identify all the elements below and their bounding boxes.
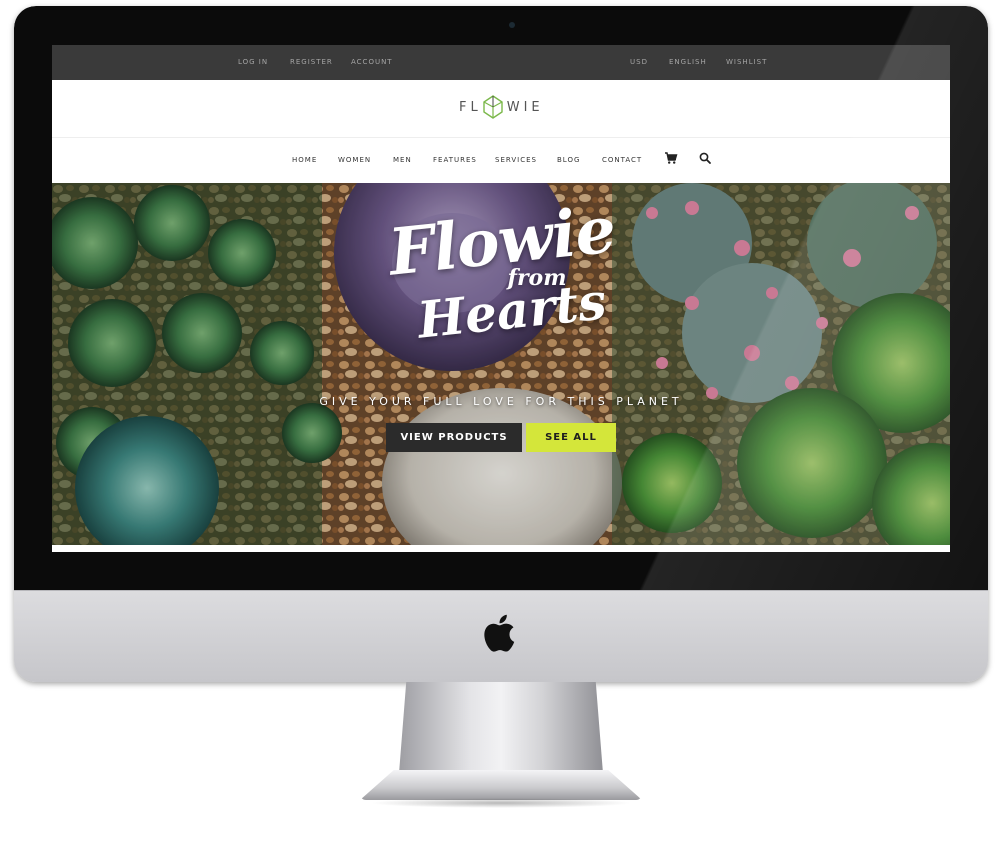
nav-features[interactable]: FEATURES: [433, 156, 477, 164]
website-screen: LOG IN REGISTER ACCOUNT USD ENGLISH WISH…: [52, 45, 950, 552]
language-selector[interactable]: ENGLISH: [669, 58, 707, 66]
flower-logo-icon: [483, 95, 503, 119]
imac-monitor: LOG IN REGISTER ACCOUNT USD ENGLISH WISH…: [14, 6, 988, 682]
camera-dot: [509, 22, 515, 28]
nav-men[interactable]: MEN: [393, 156, 412, 164]
register-link[interactable]: REGISTER: [290, 58, 333, 66]
nav-blog[interactable]: BLOG: [557, 156, 580, 164]
view-products-button[interactable]: VIEW PRODUCTS: [386, 423, 522, 452]
nav-services[interactable]: SERVICES: [495, 156, 537, 164]
logo-text-left: FL: [459, 99, 482, 115]
search-icon[interactable]: [698, 151, 712, 165]
nav-women[interactable]: WOMEN: [338, 156, 371, 164]
apple-icon: [484, 614, 515, 652]
nav-home[interactable]: HOME: [292, 156, 317, 164]
top-utility-bar: LOG IN REGISTER ACCOUNT USD ENGLISH WISH…: [52, 45, 950, 80]
logo-header: FL WIE: [52, 80, 950, 138]
account-link[interactable]: ACCOUNT: [351, 58, 393, 66]
hero-banner: Flowie from Hearts GIVE YOUR FULL LOVE F…: [52, 183, 950, 545]
nav-contact[interactable]: CONTACT: [602, 156, 642, 164]
logo-text-right: WIE: [506, 99, 544, 115]
currency-selector[interactable]: USD: [630, 58, 648, 66]
cart-icon[interactable]: [664, 151, 678, 165]
hero-tagline: GIVE YOUR FULL LOVE FOR THIS PLANET: [319, 395, 683, 408]
see-all-button[interactable]: SEE ALL: [526, 423, 616, 452]
monitor-stand-base: [360, 770, 642, 800]
stand-shadow: [370, 798, 632, 808]
main-navigation: HOME WOMEN MEN FEATURES SERVICES BLOG CO…: [52, 139, 950, 183]
monitor-chin: [14, 590, 988, 682]
site-logo[interactable]: FL WIE: [459, 94, 544, 120]
hero-title: Flowie from Hearts: [352, 192, 652, 349]
wishlist-link[interactable]: WISHLIST: [726, 58, 767, 66]
login-link[interactable]: LOG IN: [238, 58, 268, 66]
